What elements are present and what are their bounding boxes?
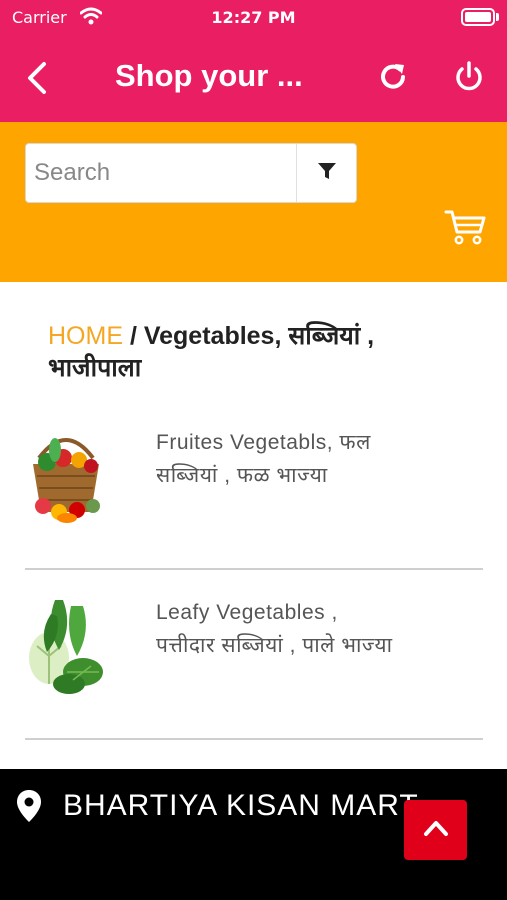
search-input[interactable] [26, 144, 296, 202]
cart-icon[interactable] [444, 208, 486, 246]
list-item[interactable]: Leafy Vegetables , पत्तीदार सब्जियां , प… [25, 570, 483, 740]
status-time: 12:27 PM [211, 8, 296, 27]
category-label: Leafy Vegetables , पत्तीदार सब्जियां , प… [156, 601, 393, 657]
status-bar: Carrier 12:27 PM [0, 0, 507, 36]
category-list: Fruites Vegetabls, फल सब्जियां , फळ भाज्… [25, 400, 483, 740]
nav-bar: Shop your ... [0, 36, 507, 122]
breadcrumb-home-link[interactable]: HOME [48, 322, 123, 350]
filter-icon [317, 161, 337, 185]
refresh-icon[interactable] [376, 60, 410, 94]
back-arrow-icon[interactable] [20, 58, 56, 98]
battery-icon [461, 8, 495, 26]
search-band [0, 122, 507, 282]
page-title: Shop your ... [115, 58, 303, 93]
breadcrumb: HOME / Vegetables, सब्जियां , भाजीपाला [48, 320, 468, 384]
filter-button[interactable] [296, 144, 357, 202]
location-pin-icon [16, 789, 42, 823]
search-box [25, 143, 357, 203]
fruit-vegetable-basket-image [25, 416, 107, 526]
leafy-vegetables-image [25, 586, 107, 696]
category-label: Fruites Vegetabls, फल सब्जियां , फळ भाज्… [156, 431, 371, 487]
store-name: BHARTIYA KISAN MART [63, 789, 419, 822]
battery-tip [496, 13, 499, 21]
power-icon[interactable] [452, 60, 486, 94]
scroll-to-top-button[interactable] [404, 800, 467, 860]
chevron-up-icon [423, 819, 449, 841]
list-item[interactable]: Fruites Vegetabls, फल सब्जियां , फळ भाज्… [25, 400, 483, 570]
